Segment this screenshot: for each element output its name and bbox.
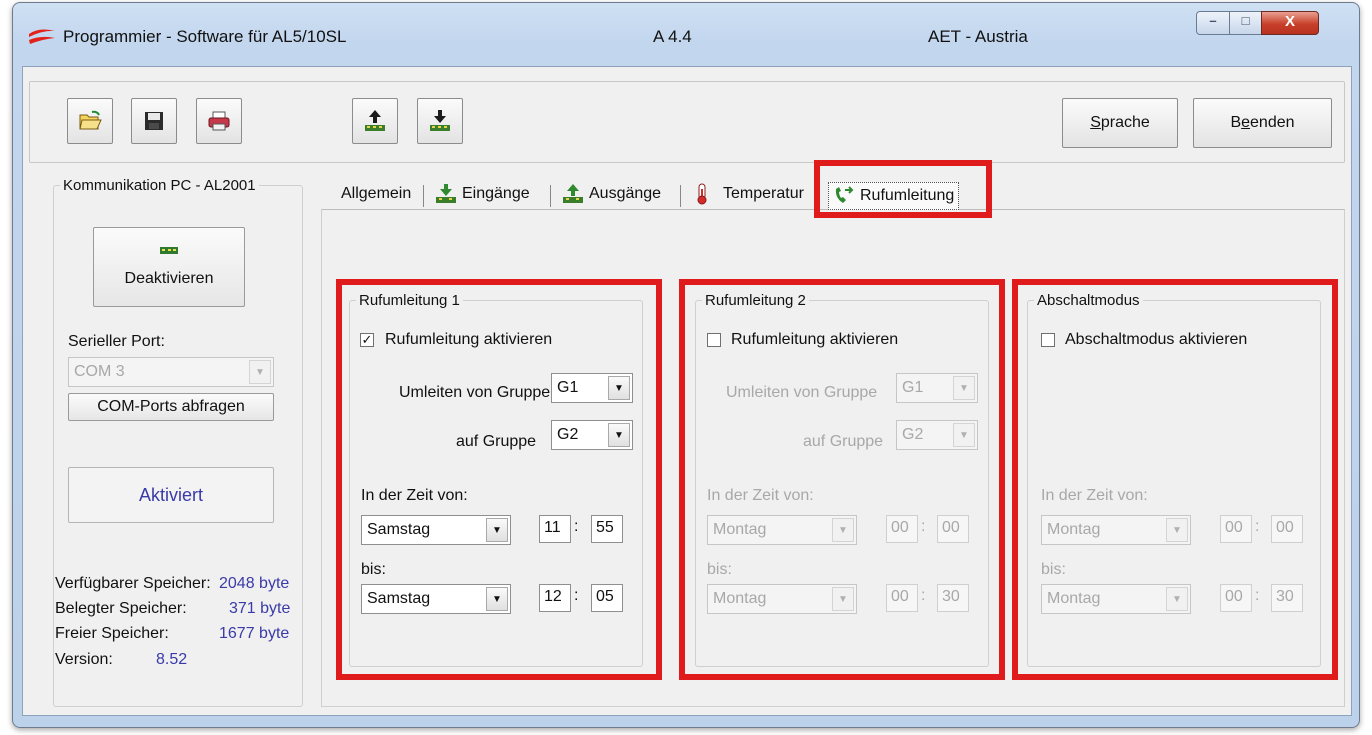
- com-ports-abfragen-button[interactable]: COM-Ports abfragen: [68, 393, 274, 421]
- tab-eingaenge-label: Eingänge: [462, 185, 530, 202]
- save-disk-icon: [145, 112, 163, 130]
- tab-allgemein[interactable]: Allgemein: [341, 175, 411, 213]
- highlight-box-tab: [814, 160, 992, 218]
- tab-divider: [680, 185, 681, 207]
- tab-allgemein-label: Allgemein: [341, 185, 412, 202]
- app-logo-icon: [29, 29, 55, 44]
- minimize-icon: –: [1209, 13, 1217, 28]
- belegt-value: 371 byte: [229, 600, 291, 617]
- verfuegbar-value: 2048 byte: [219, 575, 290, 592]
- download-icon: [430, 110, 450, 131]
- app-window: Programmier - Software für AL5/10SL A 4.…: [12, 2, 1360, 728]
- save-button[interactable]: [131, 98, 177, 144]
- frei-value: 1677 byte: [219, 625, 290, 642]
- close-icon: X: [1284, 13, 1295, 30]
- maximize-button[interactable]: □: [1229, 11, 1262, 35]
- upload-icon: [365, 110, 385, 131]
- tab-ausgaenge[interactable]: Ausgänge: [562, 175, 661, 213]
- client-area: Sprache Beenden Kommunikation PC - AL200…: [22, 66, 1352, 716]
- title-bar: Programmier - Software für AL5/10SL A 4.…: [13, 3, 1359, 65]
- beenden-label: Beenden: [1230, 114, 1295, 131]
- highlight-box-rufumleitung-2: [679, 279, 1005, 680]
- port-label: Serieller Port:: [68, 333, 165, 350]
- input-icon: [436, 184, 456, 203]
- com-ports-abfragen-label: COM-Ports abfragen: [97, 398, 245, 415]
- toolbar: Sprache Beenden: [29, 81, 1345, 163]
- open-button[interactable]: [67, 98, 113, 144]
- sprache-label: Sprache: [1090, 114, 1150, 131]
- tab-ausgaenge-label: Ausgänge: [589, 185, 662, 202]
- serial-port-select[interactable]: COM 3 ▼: [68, 357, 274, 387]
- serial-port-value: COM 3: [74, 363, 125, 380]
- minimize-button[interactable]: –: [1196, 11, 1230, 35]
- upload-button[interactable]: [352, 98, 398, 144]
- close-button[interactable]: X: [1261, 11, 1319, 35]
- verfuegbar-label: Verfügbarer Speicher:: [55, 575, 211, 592]
- aktiviert-status: Aktiviert: [68, 467, 274, 523]
- print-button[interactable]: [196, 98, 242, 144]
- connection-icon: [160, 247, 178, 254]
- kommunikation-legend: Kommunikation PC - AL2001: [63, 177, 256, 194]
- highlight-box-abschaltmodus: [1012, 279, 1338, 680]
- tab-divider: [423, 185, 424, 207]
- version-label: Version:: [55, 651, 113, 668]
- beenden-button[interactable]: Beenden: [1193, 98, 1332, 148]
- tab-divider: [550, 185, 551, 207]
- tab-temperatur-label: Temperatur: [723, 185, 804, 202]
- highlight-box-rufumleitung-1: [336, 279, 662, 680]
- window-title: Programmier - Software für AL5/10SL: [63, 27, 347, 46]
- print-icon: [208, 111, 230, 131]
- window-company: AET - Austria: [928, 27, 1028, 46]
- deaktivieren-label: Deaktivieren: [124, 270, 214, 287]
- thermometer-icon: [697, 183, 707, 205]
- download-button[interactable]: [417, 98, 463, 144]
- frei-label: Freier Speicher:: [55, 625, 169, 642]
- tab-temperatur[interactable]: Temperatur: [695, 175, 818, 213]
- chevron-down-icon: ▼: [249, 360, 271, 384]
- output-icon: [563, 184, 583, 203]
- window-version: A 4.4: [653, 27, 692, 46]
- aktiviert-label: Aktiviert: [138, 484, 203, 505]
- version-value: 8.52: [156, 651, 188, 668]
- open-folder-icon: [79, 110, 102, 130]
- belegt-label: Belegter Speicher:: [55, 600, 187, 617]
- deaktivieren-button[interactable]: Deaktivieren: [93, 227, 245, 307]
- sprache-button[interactable]: Sprache: [1062, 98, 1178, 148]
- maximize-icon: □: [1241, 13, 1250, 28]
- tab-eingaenge[interactable]: Eingänge: [435, 175, 530, 213]
